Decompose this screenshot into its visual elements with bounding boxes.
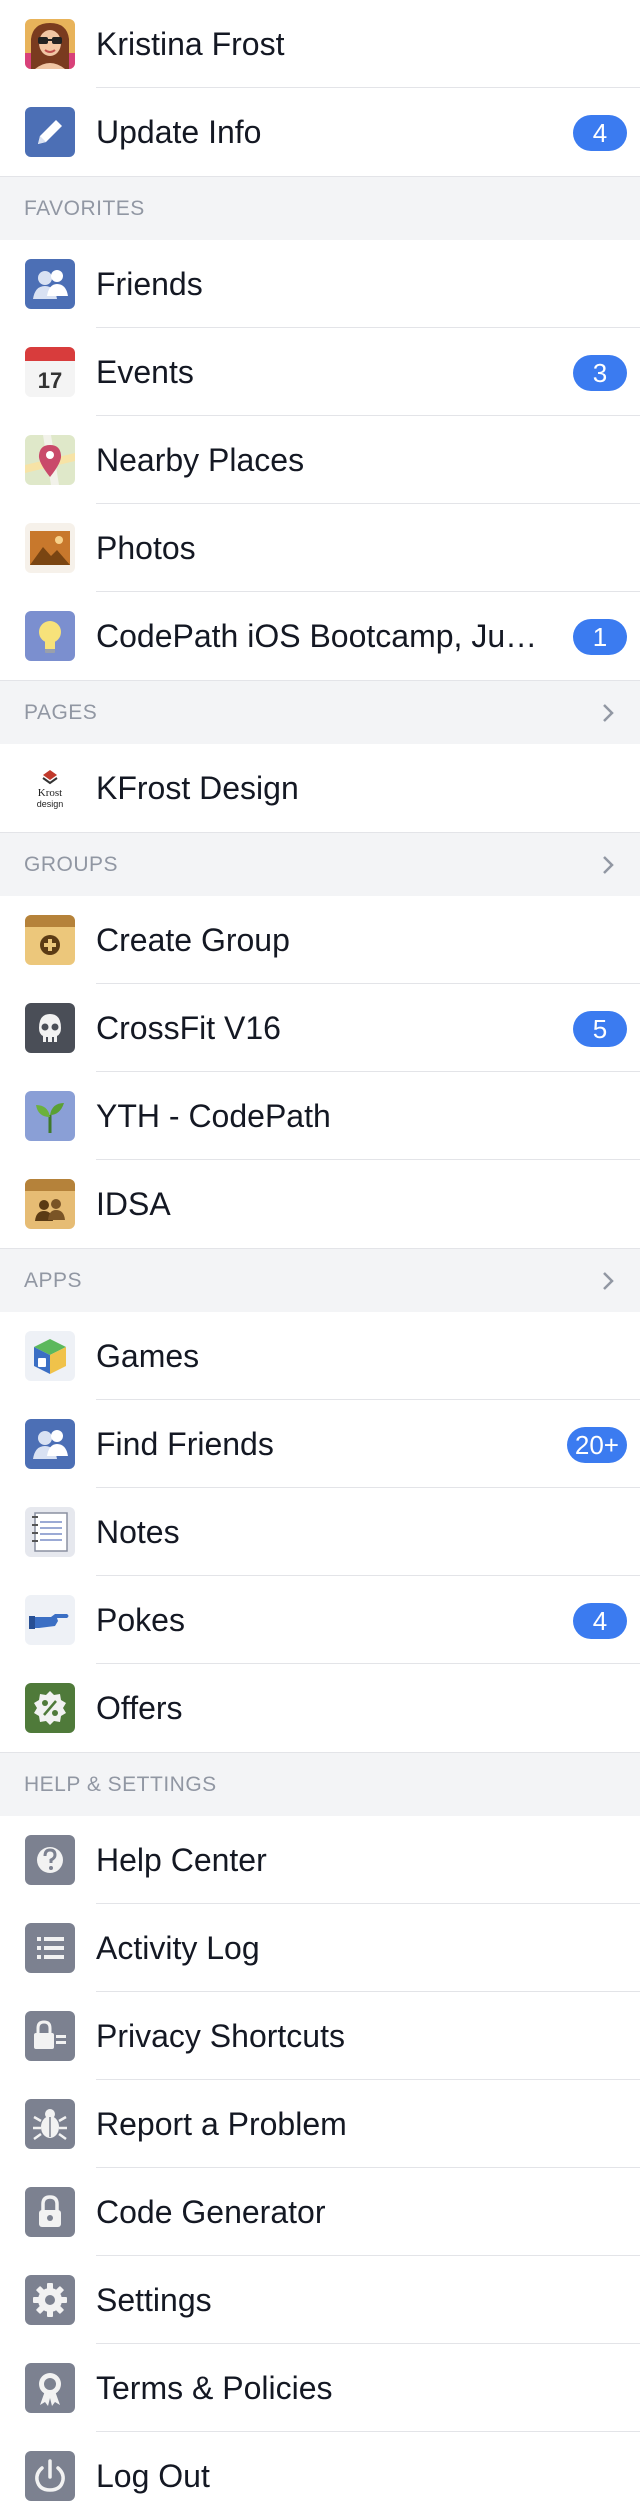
menu-item-label: Notes xyxy=(96,1514,180,1550)
user-avatar xyxy=(25,19,75,69)
menu-item-yth-codepath[interactable]: YTH - CodePath xyxy=(0,1072,640,1160)
chevron-right-icon xyxy=(596,853,620,877)
menu-item-label: Help Center xyxy=(96,1842,267,1878)
section-title: GROUPS xyxy=(24,853,119,876)
menu-item-label: IDSA xyxy=(96,1186,171,1222)
chevron-right-icon xyxy=(596,1269,620,1293)
section-pages[interactable]: PAGES xyxy=(0,680,640,744)
menu-item-events[interactable]: 17 Events 3 xyxy=(0,328,640,416)
menu-item-label: Events xyxy=(96,354,194,390)
menu-item-label: Games xyxy=(96,1338,200,1374)
code-lock-icon xyxy=(25,2187,75,2237)
menu-item-kfrost-design[interactable]: Krost design KFrost Design xyxy=(0,744,640,832)
menu-item-label: Privacy Shortcuts xyxy=(96,2018,345,2054)
menu-item-pokes[interactable]: Pokes 4 xyxy=(0,1576,640,1664)
games-icon xyxy=(25,1331,75,1381)
menu-item-label: Offers xyxy=(96,1690,183,1726)
section-favorites: FAVORITES xyxy=(0,176,640,240)
offers-icon xyxy=(25,1683,75,1733)
menu-item-label: Find Friends xyxy=(96,1426,274,1462)
notification-badge: 5 xyxy=(573,1011,627,1047)
logo-text: Krost xyxy=(38,787,62,799)
section-title: APPS xyxy=(24,1269,83,1292)
menu-item-label: Report a Problem xyxy=(96,2106,347,2142)
menu-item-report-problem[interactable]: Report a Problem xyxy=(0,2080,640,2168)
menu-item-crossfit-v16[interactable]: CrossFit V16 5 xyxy=(0,984,640,1072)
update-info-label: Update Info xyxy=(96,114,262,150)
menu-item-label: Terms & Policies xyxy=(96,2370,333,2406)
menu-item-code-generator[interactable]: Code Generator xyxy=(0,2168,640,2256)
menu-item-games[interactable]: Games xyxy=(0,1312,640,1400)
menu-item-label: Nearby Places xyxy=(96,442,305,478)
menu-item-idsa[interactable]: IDSA xyxy=(0,1160,640,1248)
section-groups[interactable]: GROUPS xyxy=(0,832,640,896)
menu-item-terms-policies[interactable]: Terms & Policies xyxy=(0,2344,640,2432)
side-menu: Kristina Frost Update Info 4 FAVORITES F… xyxy=(0,0,640,2520)
sprout-icon xyxy=(25,1091,75,1141)
privacy-lock-icon xyxy=(25,2011,75,2061)
menu-item-label: Pokes xyxy=(96,1602,185,1638)
profile-row[interactable]: Kristina Frost xyxy=(0,0,640,88)
calendar-icon: 17 xyxy=(25,347,75,397)
friends-icon xyxy=(25,259,75,309)
bug-icon xyxy=(25,2099,75,2149)
menu-item-find-friends[interactable]: Find Friends 20+ xyxy=(0,1400,640,1488)
skull-icon xyxy=(25,1003,75,1053)
update-info-row[interactable]: Update Info 4 xyxy=(0,88,640,176)
menu-item-help-center[interactable]: Help Center xyxy=(0,1816,640,1904)
menu-item-label: KFrost Design xyxy=(96,770,299,806)
lightbulb-icon xyxy=(25,611,75,661)
section-title: PAGES xyxy=(24,701,98,724)
notification-badge: 4 xyxy=(573,1603,627,1639)
menu-item-settings[interactable]: Settings xyxy=(0,2256,640,2344)
notification-badge: 3 xyxy=(573,355,627,391)
menu-item-notes[interactable]: Notes xyxy=(0,1488,640,1576)
find-friends-icon xyxy=(25,1419,75,1469)
menu-item-codepath-bootcamp[interactable]: CodePath iOS Bootcamp, June... 1 xyxy=(0,592,640,680)
menu-item-activity-log[interactable]: Activity Log xyxy=(0,1904,640,1992)
menu-item-photos[interactable]: Photos xyxy=(0,504,640,592)
section-title: FAVORITES xyxy=(24,197,145,220)
notes-icon xyxy=(25,1507,75,1557)
kfrost-logo: Krost design xyxy=(25,763,75,813)
menu-item-log-out[interactable]: Log Out xyxy=(0,2432,640,2520)
menu-item-nearby-places[interactable]: Nearby Places xyxy=(0,416,640,504)
notification-badge: 20+ xyxy=(566,1427,627,1463)
photos-icon xyxy=(25,523,75,573)
menu-item-label: CodePath iOS Bootcamp, June... xyxy=(96,618,550,654)
chevron-right-icon xyxy=(596,701,620,725)
section-help-settings: HELP & SETTINGS xyxy=(0,1752,640,1816)
create-group-icon xyxy=(25,915,75,965)
help-icon xyxy=(25,1835,75,1885)
notification-badge: 1 xyxy=(573,619,627,655)
menu-item-label: Photos xyxy=(96,530,196,566)
power-icon xyxy=(25,2451,75,2501)
pencil-icon xyxy=(25,107,75,157)
menu-item-create-group[interactable]: Create Group xyxy=(0,896,640,984)
menu-item-label: Log Out xyxy=(96,2458,210,2494)
section-title: HELP & SETTINGS xyxy=(24,1773,217,1796)
menu-item-friends[interactable]: Friends xyxy=(0,240,640,328)
menu-item-label: CrossFit V16 xyxy=(96,1010,281,1046)
activity-log-icon xyxy=(25,1923,75,1973)
notification-badge: 4 xyxy=(573,115,627,151)
profile-name: Kristina Frost xyxy=(96,26,285,62)
ribbon-icon xyxy=(25,2363,75,2413)
menu-item-label: Activity Log xyxy=(96,1930,260,1966)
group-icon xyxy=(25,1179,75,1229)
calendar-date: 17 xyxy=(38,368,62,393)
poke-icon xyxy=(25,1595,75,1645)
menu-item-privacy-shortcuts[interactable]: Privacy Shortcuts xyxy=(0,1992,640,2080)
menu-item-label: YTH - CodePath xyxy=(96,1098,331,1134)
menu-item-label: Code Generator xyxy=(96,2194,326,2230)
logo-subtext: design xyxy=(37,799,64,809)
menu-item-label: Settings xyxy=(96,2282,212,2318)
map-pin-icon xyxy=(25,435,75,485)
menu-item-offers[interactable]: Offers xyxy=(0,1664,640,1752)
menu-item-label: Friends xyxy=(96,266,203,302)
menu-item-label: Create Group xyxy=(96,922,290,958)
section-apps[interactable]: APPS xyxy=(0,1248,640,1312)
gear-icon xyxy=(25,2275,75,2325)
